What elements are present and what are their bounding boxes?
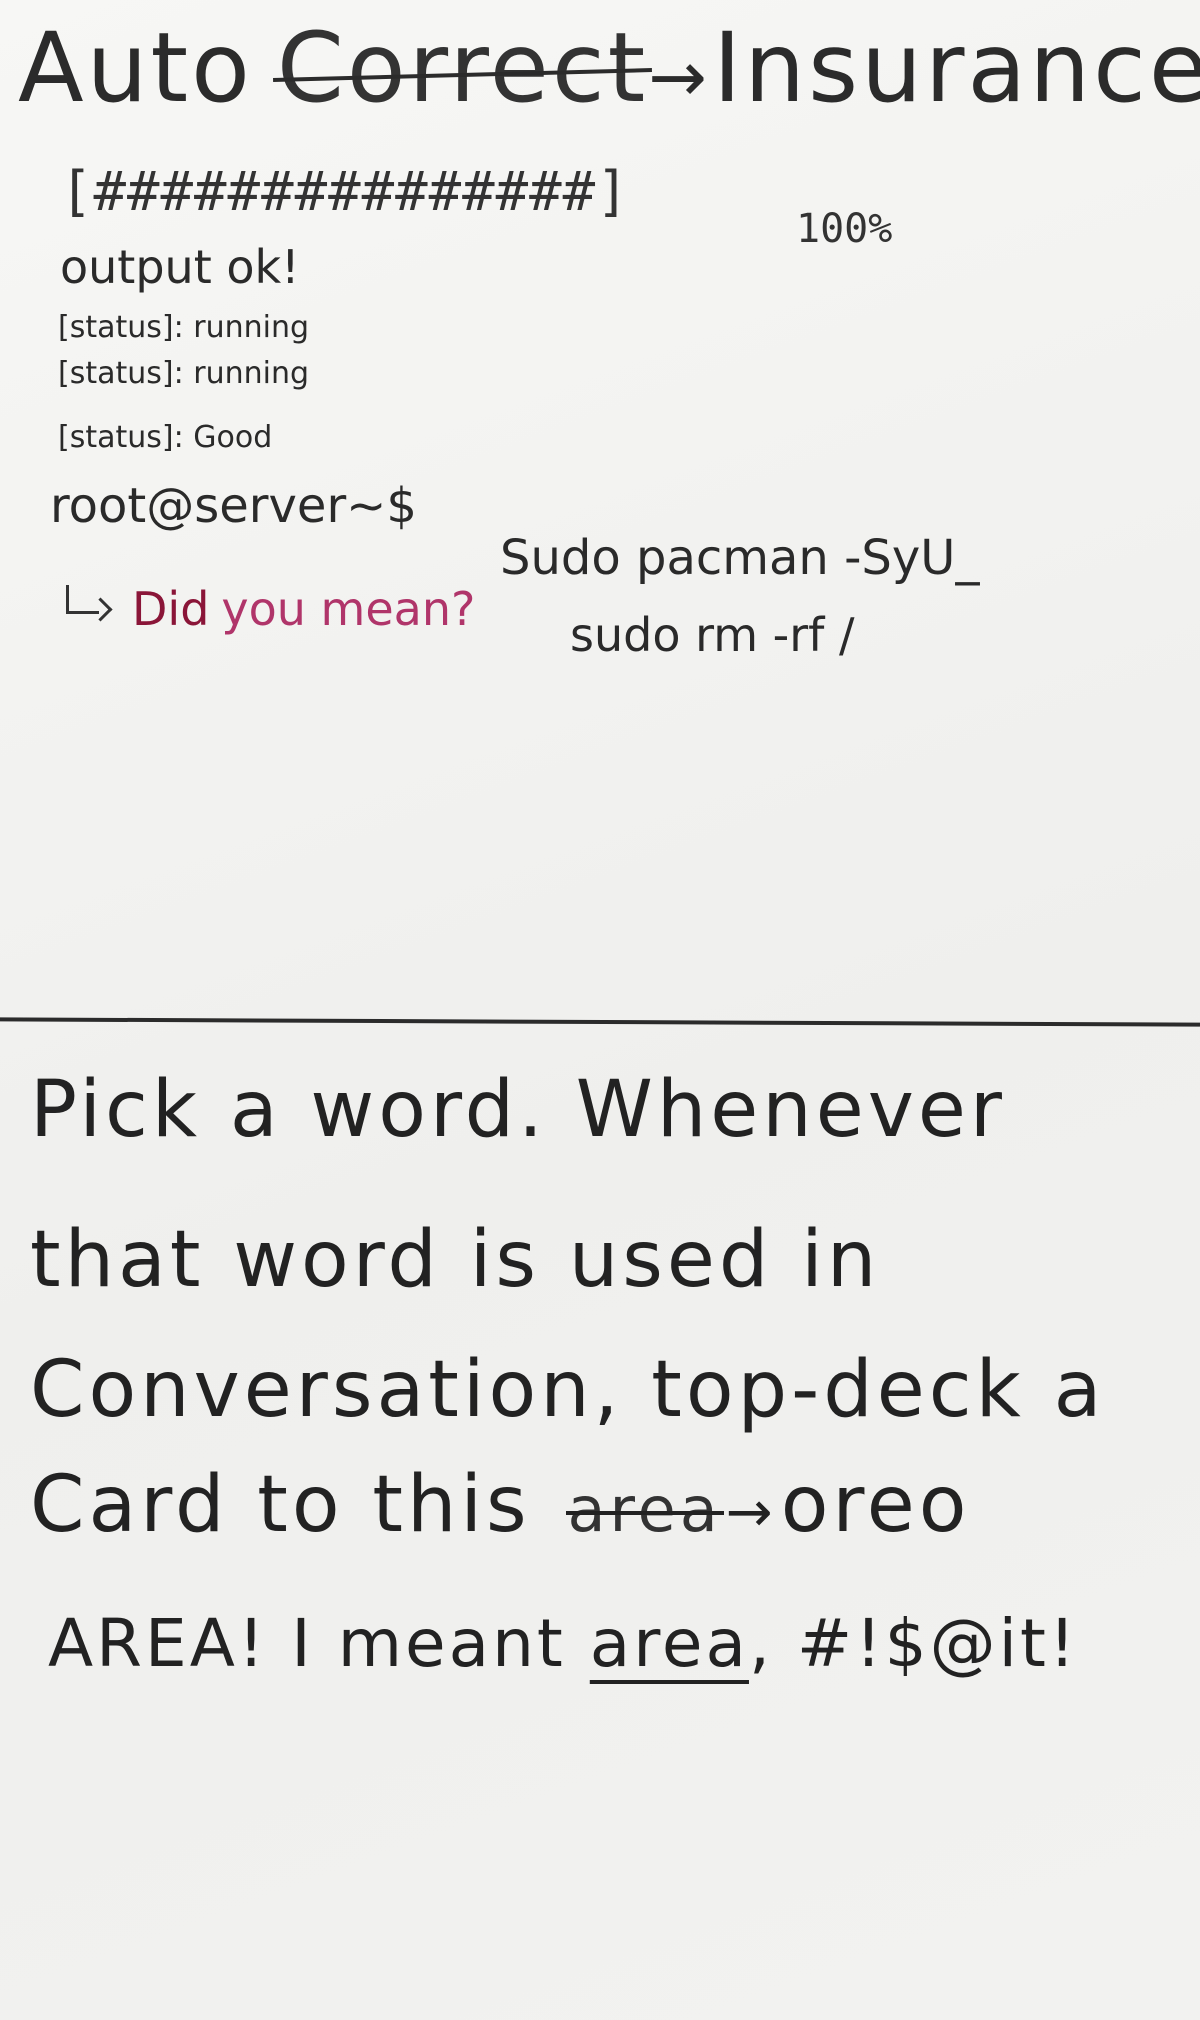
rules-line: that word is used in (30, 1215, 881, 1305)
card: Auto Correct → Insurance [##############… (0, 0, 1200, 2020)
title-struck-word: Correct (277, 8, 648, 128)
rules-struck-word: area (567, 1473, 722, 1546)
output-line: output ok! (60, 240, 300, 294)
return-arrow-icon (60, 585, 120, 625)
rules-line: Pick a word. Whenever (30, 1065, 1006, 1155)
punchline: AREA! I meant area, #!$@it! (48, 1605, 1078, 1682)
title-prefix: Auto (18, 12, 253, 124)
status-line: [status]: Good (58, 420, 273, 455)
suggested-command: sudo rm -rf / (570, 608, 855, 662)
punch-start: AREA! I meant (48, 1605, 590, 1682)
rules-line: Conversation, top-deck a (30, 1345, 1106, 1435)
progress-percent: 100% (796, 206, 893, 252)
shell-prompt: root@server~$ (50, 478, 417, 534)
rules-line: Card to this area→oreo (30, 1460, 970, 1550)
rules-line4-start: Card to this (30, 1460, 531, 1550)
title-replacement: Insurance (712, 12, 1200, 124)
suggestion-mean: you mean? (221, 582, 476, 636)
rules-line4-end: oreo (780, 1460, 971, 1550)
shell-command: Sudo pacman -SyU_ (500, 530, 980, 586)
status-line: [status]: running (58, 310, 310, 345)
rules-arrow-icon: → (725, 1480, 777, 1545)
divider-line (0, 1017, 1200, 1027)
progress-bar: [###############] (60, 160, 630, 223)
punch-end: , #!$@it! (748, 1605, 1079, 1682)
status-line: [status]: running (58, 356, 310, 391)
card-title: Auto Correct → Insurance (18, 8, 1200, 128)
autocorrect-suggestion: Did you mean? (60, 582, 475, 636)
title-arrow-icon: → (648, 36, 707, 118)
suggestion-did: Did (132, 582, 210, 636)
punch-underlined: area (589, 1605, 749, 1682)
